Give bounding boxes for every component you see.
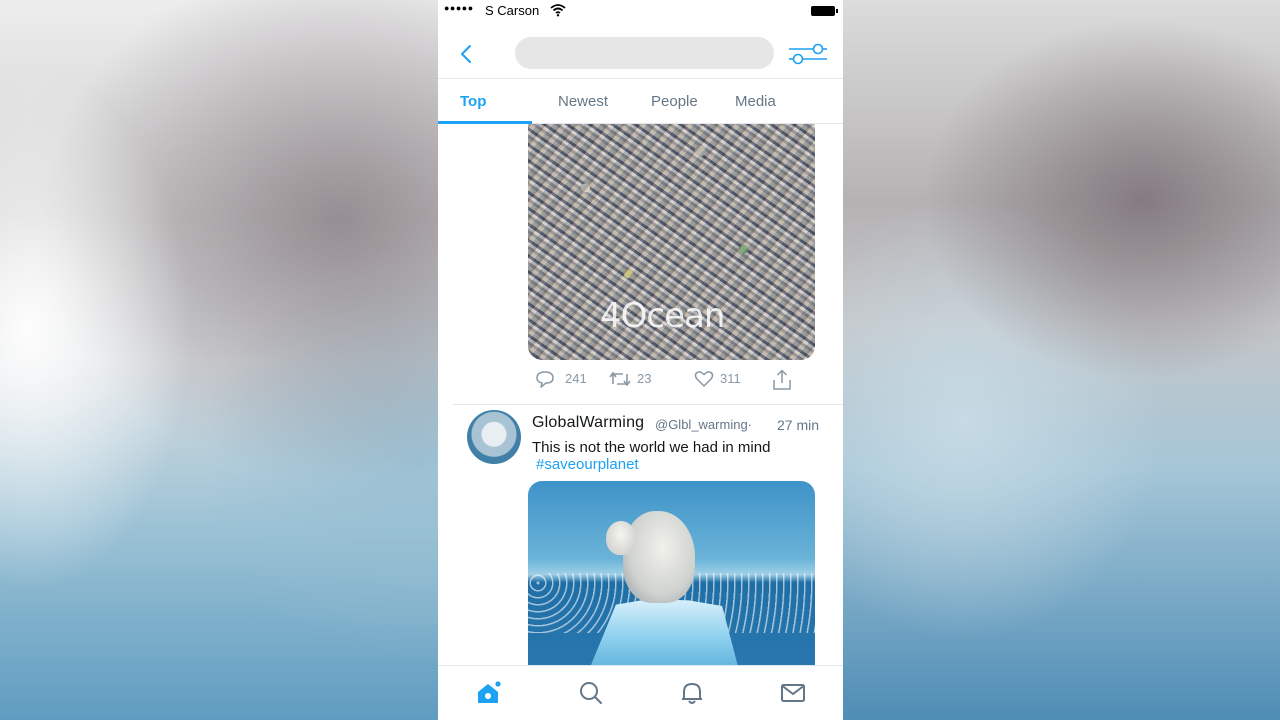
reply-count: 241 [565, 371, 587, 386]
heart-icon [694, 371, 714, 387]
home-icon[interactable] [476, 680, 502, 706]
retweet-count: 23 [637, 371, 652, 386]
status-bar: ●●●●● S Carson [438, 0, 843, 22]
tweet-actions: 241 23 311 [534, 368, 804, 392]
like-count: 311 [720, 371, 741, 386]
reply-icon [536, 371, 554, 388]
blurred-background-right [843, 0, 1280, 720]
share-icon [773, 369, 791, 390]
battery-icon [811, 6, 838, 16]
author-name[interactable]: GlobalWarming [532, 414, 644, 432]
navigation-bar [438, 22, 843, 79]
carrier-name: S Carson [485, 3, 540, 18]
tab-media[interactable]: Media [735, 93, 776, 110]
tweet-timestamp: 27 min [777, 417, 820, 433]
tab-people[interactable]: People [651, 93, 698, 110]
phone-screen: ●●●●● S Carson Top Newest People Media 4… [438, 0, 843, 720]
tweet-feed[interactable]: 4Ocean 241 23 311 GlobalWarming @Glbl_wa… [438, 124, 843, 665]
tweet-header: GlobalWarming @Glbl_warming· 27 min [532, 414, 832, 436]
tweet-media-ocean-plastic[interactable]: 4Ocean [528, 124, 815, 360]
back-arrow-icon[interactable] [456, 42, 476, 66]
blurred-background-left [0, 0, 438, 720]
signal-strength-icon: ●●●●● [444, 3, 474, 13]
hashtag-link[interactable]: #saveourplanet [536, 456, 639, 473]
avatar[interactable] [467, 410, 521, 464]
author-handle: @Glbl_warming· [655, 417, 752, 432]
wifi-icon [550, 4, 566, 17]
bottom-tab-bar [438, 665, 843, 720]
tweet-text: This is not the world we had in mind [532, 439, 771, 456]
search-input[interactable] [515, 37, 774, 69]
search-icon[interactable] [578, 680, 604, 706]
polar-bear-image [623, 511, 695, 603]
tab-top[interactable]: Top [460, 93, 486, 110]
retweet-icon [609, 371, 631, 387]
search-tabs: Top Newest People Media [438, 80, 843, 124]
media-watermark: 4Ocean [600, 296, 725, 336]
tab-newest[interactable]: Newest [558, 93, 608, 110]
messages-icon[interactable] [780, 680, 806, 706]
tweet-media-polar-bear[interactable] [528, 481, 815, 665]
filter-settings-icon[interactable] [788, 42, 828, 66]
notifications-icon[interactable] [679, 680, 705, 706]
tweet-divider [453, 404, 843, 405]
